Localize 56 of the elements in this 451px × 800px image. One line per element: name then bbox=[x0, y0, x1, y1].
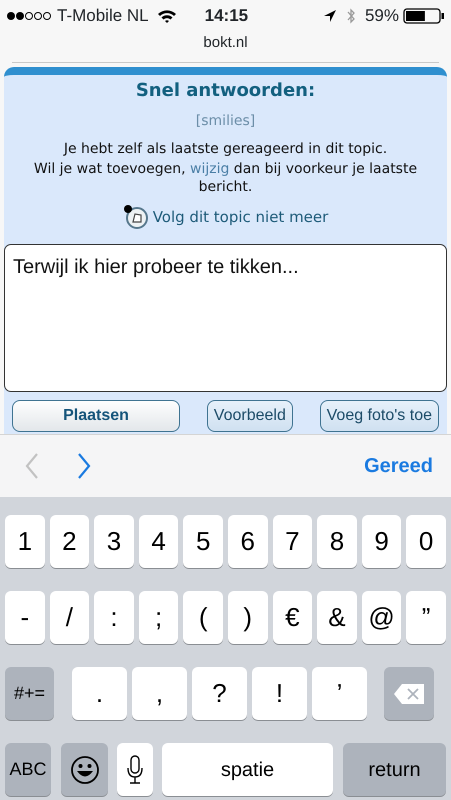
keyboard-key[interactable]: ; bbox=[138, 591, 178, 644]
chevron-left-icon bbox=[24, 452, 40, 480]
keyboard-key[interactable]: / bbox=[50, 591, 90, 644]
message-field[interactable]: Terwijl ik hier probeer te tikken... bbox=[4, 244, 447, 392]
keyboard-key[interactable]: @ bbox=[362, 591, 402, 644]
add-photos-button[interactable]: Voeg foto's toe bbox=[320, 400, 439, 432]
keyboard-key[interactable]: ) bbox=[228, 591, 268, 644]
space-key[interactable]: spatie bbox=[162, 743, 333, 796]
keyboard-key[interactable]: 7 bbox=[272, 515, 312, 568]
keyboard-key[interactable]: € bbox=[272, 591, 312, 644]
keyboard-key[interactable]: . bbox=[72, 667, 127, 720]
microphone-icon bbox=[127, 754, 143, 784]
panel-title: Snel antwoorden: bbox=[136, 80, 316, 101]
backspace-icon bbox=[393, 682, 425, 704]
notice-text: Wil je wat toevoegen, wijzig dan bij voorkeur je laatste bericht. bbox=[32, 160, 418, 196]
keyboard-key[interactable]: ! bbox=[252, 667, 307, 720]
keyboard-key[interactable]: 9 bbox=[362, 515, 402, 568]
battery-percent: 59% bbox=[364, 5, 399, 28]
bluetooth-icon bbox=[344, 7, 357, 25]
keyboard-key[interactable]: : bbox=[94, 591, 134, 644]
carrier-name: T-Mobile NL bbox=[57, 5, 149, 28]
location-icon bbox=[322, 9, 337, 23]
keyboard-key[interactable]: 3 bbox=[94, 515, 134, 568]
emoji-key[interactable] bbox=[61, 743, 108, 796]
symbols-key[interactable]: #+= bbox=[5, 667, 54, 720]
keyboard-key[interactable]: 6 bbox=[228, 515, 268, 568]
return-key[interactable]: return bbox=[343, 743, 446, 796]
post-button[interactable]: Plaatsen bbox=[12, 400, 180, 432]
signal-icon bbox=[6, 10, 53, 22]
keyboard-key[interactable]: 0 bbox=[406, 515, 446, 568]
keyboard-key[interactable]: 2 bbox=[50, 515, 90, 568]
edit-link[interactable]: wijzig bbox=[190, 161, 230, 177]
chevron-right-icon bbox=[76, 452, 92, 480]
unfollow-icon[interactable] bbox=[122, 204, 149, 230]
preview-button[interactable]: Voorbeeld bbox=[206, 400, 293, 432]
keyboard-key[interactable]: & bbox=[317, 591, 357, 644]
url-text[interactable]: bokt.nl bbox=[203, 34, 248, 51]
clock-time: 14:15 bbox=[204, 5, 248, 28]
keyboard-key[interactable]: ( bbox=[183, 591, 223, 644]
keyboard-key[interactable]: - bbox=[5, 591, 45, 644]
notice-text: Je hebt zelf als laatste gereageerd in dit topic. bbox=[62, 141, 388, 157]
battery-icon bbox=[403, 8, 445, 24]
dictation-key[interactable] bbox=[117, 743, 153, 796]
keyboard-key[interactable]: 8 bbox=[317, 515, 357, 568]
done-button[interactable]: Gereed bbox=[364, 451, 433, 481]
keyboard-key[interactable]: ’ bbox=[312, 667, 367, 720]
keyboard-key[interactable]: 4 bbox=[138, 515, 178, 568]
unfollow-link[interactable]: Volg dit topic niet meer bbox=[152, 206, 328, 229]
keyboard-key[interactable]: , bbox=[132, 667, 187, 720]
letters-key[interactable]: ABC bbox=[5, 743, 51, 796]
smiley-icon bbox=[70, 754, 100, 784]
wifi-icon bbox=[156, 8, 177, 24]
keyboard-key[interactable]: 5 bbox=[183, 515, 223, 568]
keyboard-key[interactable]: 1 bbox=[5, 515, 45, 568]
keyboard-key[interactable]: ? bbox=[192, 667, 247, 720]
keyboard-key[interactable]: ” bbox=[406, 591, 446, 644]
